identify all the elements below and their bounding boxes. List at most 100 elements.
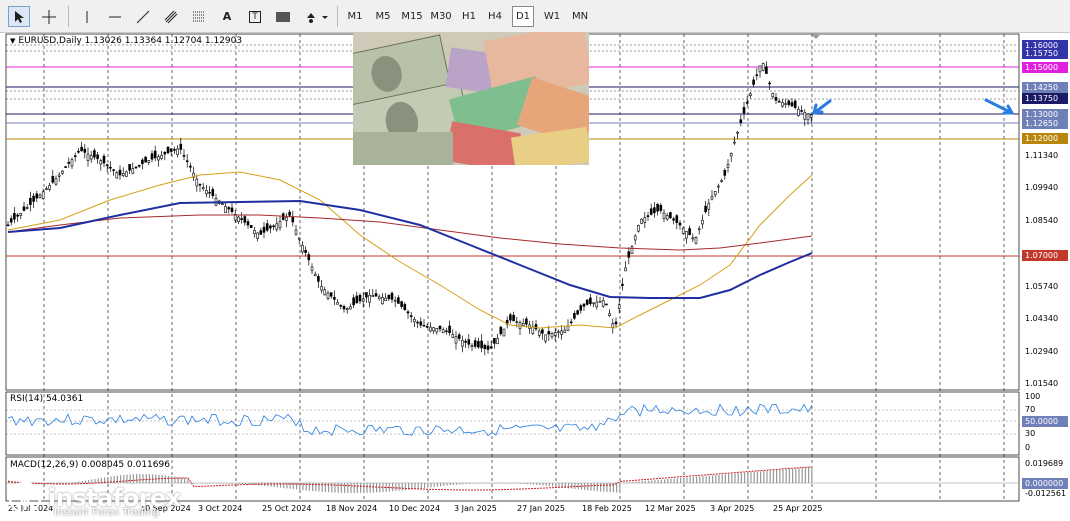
- candle-body: [384, 297, 387, 301]
- macd-bar: [404, 483, 406, 491]
- macd-bar: [558, 483, 560, 488]
- macd-bar: [680, 478, 682, 483]
- candle-body: [352, 297, 355, 306]
- macd-bar: [779, 469, 781, 483]
- candle-body: [32, 195, 35, 202]
- candle-body: [93, 150, 96, 158]
- macd-bar: [587, 483, 589, 491]
- candle-body: [272, 225, 275, 228]
- candle-body: [675, 215, 679, 223]
- candle-body: [701, 219, 704, 225]
- candle-body: [227, 207, 231, 210]
- candle-body: [326, 292, 330, 299]
- macd-bar: [712, 475, 714, 483]
- macd-bar: [644, 480, 646, 483]
- candle-body: [640, 218, 643, 224]
- macd-bar: [747, 472, 749, 483]
- macd-bar: [481, 483, 483, 484]
- candle-body: [480, 340, 483, 349]
- macd-bar: [574, 483, 576, 489]
- macd-bar: [209, 483, 211, 484]
- candle-body: [323, 289, 327, 296]
- candle-body: [432, 327, 435, 332]
- macd-bar: [465, 483, 467, 485]
- candle-body: [13, 212, 16, 220]
- candle-body: [118, 169, 122, 176]
- candle-body: [41, 191, 45, 199]
- candle-body: [611, 323, 615, 328]
- price-label: 1.15750: [1022, 48, 1068, 59]
- macd-bar: [516, 483, 518, 484]
- macd-bar: [401, 483, 403, 491]
- date-label: 10 Dec 2024: [389, 504, 441, 513]
- candle-body: [297, 237, 301, 240]
- macd-bar: [366, 483, 368, 493]
- candle-body: [166, 146, 170, 154]
- macd-bar: [606, 483, 608, 492]
- candle-body: [768, 82, 771, 85]
- macd-bar: [180, 477, 182, 483]
- candle-body: [790, 102, 794, 107]
- macd-bar: [184, 478, 186, 483]
- candle-body: [413, 319, 416, 323]
- macd-bar: [228, 483, 230, 484]
- candle-body: [553, 332, 557, 336]
- axis-tick: 1.04340: [1025, 314, 1059, 323]
- macd-bar: [635, 481, 637, 483]
- rsi-level: 30: [1025, 429, 1036, 438]
- candle-body: [409, 315, 413, 317]
- candle-body: [131, 168, 135, 174]
- candle-body: [89, 155, 93, 160]
- candle-body: [176, 148, 179, 155]
- macd-bar: [769, 470, 771, 483]
- macd-bar: [424, 483, 426, 489]
- rsi-pane[interactable]: [5, 391, 1020, 456]
- candle-body: [73, 155, 77, 158]
- candle-body: [51, 176, 55, 183]
- candle-body: [358, 294, 362, 302]
- price-label: 1.12650: [1022, 118, 1068, 129]
- candle-body: [717, 185, 720, 188]
- macd-bar: [232, 483, 234, 484]
- candle-body: [320, 286, 323, 291]
- candle-body: [253, 230, 256, 235]
- candle-body: [697, 228, 701, 231]
- macd-bar: [724, 474, 726, 483]
- candle-body: [752, 79, 755, 85]
- macd-bar: [193, 483, 195, 484]
- macd-bar: [360, 483, 362, 493]
- macd-bar: [737, 473, 739, 483]
- candle-body: [153, 150, 157, 159]
- macd-level-zero: 0.000000: [1022, 478, 1068, 489]
- macd-bar: [801, 467, 803, 483]
- candle-body: [400, 301, 403, 307]
- candle-body: [416, 321, 419, 324]
- candle-body: [736, 131, 739, 134]
- candle-body: [83, 148, 87, 153]
- candle-body: [461, 340, 464, 347]
- macd-bar: [734, 473, 736, 483]
- candle-body: [329, 292, 333, 297]
- rsi-level: 100: [1025, 392, 1041, 401]
- macd-bar: [433, 483, 435, 487]
- macd-bar: [219, 483, 221, 484]
- macd-bar: [609, 483, 611, 493]
- macd-bar: [728, 474, 730, 483]
- candle-body: [557, 331, 560, 333]
- date-label: 27 Jan 2025: [517, 504, 565, 513]
- candle-body: [240, 218, 243, 220]
- candle-body: [633, 235, 637, 241]
- candle-body: [275, 223, 279, 230]
- candle-body: [704, 205, 707, 213]
- candle-body: [771, 92, 775, 98]
- candle-body: [582, 303, 586, 307]
- candle-body: [109, 166, 112, 169]
- candle-body: [665, 215, 669, 220]
- macd-bar: [657, 479, 659, 483]
- candle-body: [371, 295, 375, 297]
- dropdown-triangle-icon[interactable]: ▼: [10, 37, 15, 45]
- macd-bar: [363, 483, 365, 493]
- candle-body: [601, 300, 605, 307]
- candle-body: [685, 231, 688, 239]
- candle-body: [16, 214, 19, 217]
